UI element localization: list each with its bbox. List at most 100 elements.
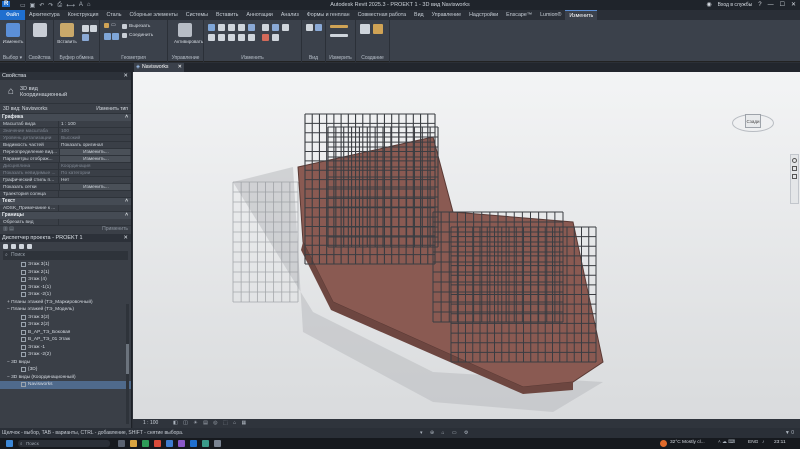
tree-item[interactable]: − 3D виды (Координационный) <box>0 374 131 382</box>
property-value[interactable]: 100 <box>58 128 131 134</box>
tree-item[interactable]: + Планы этажей (ТЭ_Маркировочный) <box>0 299 131 307</box>
edit-type-button[interactable]: Изменить тип <box>96 106 128 112</box>
browser-filter-icon[interactable] <box>11 243 16 249</box>
measure-tool-icon[interactable] <box>330 25 348 28</box>
create-parts-icon[interactable] <box>360 24 370 34</box>
mail-icon[interactable] <box>166 440 173 447</box>
app-icon[interactable] <box>142 440 149 447</box>
tree-item[interactable]: Этаж 3(2) <box>0 314 131 322</box>
mirror-draw-icon[interactable] <box>238 24 245 31</box>
tree-item[interactable]: Этаж (4) <box>0 276 131 284</box>
cut-button[interactable]: Вырезать <box>122 24 150 29</box>
cut-icon[interactable] <box>90 25 97 32</box>
property-value[interactable]: Высокий <box>58 135 131 141</box>
property-value[interactable]: Изменить... <box>59 156 130 162</box>
property-value[interactable]: Изменить... <box>59 149 130 155</box>
property-value[interactable] <box>58 191 131 197</box>
properties-button[interactable] <box>29 23 51 39</box>
zoom-icon[interactable] <box>792 166 797 171</box>
property-row[interactable]: Дисциплина Координация <box>0 163 131 170</box>
apply-button[interactable]: Применить <box>102 226 128 233</box>
sign-in-link[interactable]: Вход в службы <box>718 2 753 8</box>
view-selector[interactable]: 3D вид: Navisworks <box>3 106 48 112</box>
taskbar-search[interactable]: ⌕ Поиск <box>18 440 110 447</box>
property-row[interactable]: Показать невидимые ... По категории <box>0 170 131 177</box>
weather-text[interactable]: 32°C Mostly cl... <box>670 440 705 445</box>
property-row[interactable]: Параметры отображ... Изменить... <box>0 156 131 163</box>
property-value[interactable]: 1 : 100 <box>58 121 131 127</box>
tab-6[interactable]: Вставить <box>212 10 242 20</box>
maximize-button[interactable]: ☐ <box>780 1 785 8</box>
close-panel-icon[interactable]: ✕ <box>123 72 128 80</box>
bounds-row[interactable]: Обрезать вид <box>0 219 131 226</box>
property-value[interactable]: Нет <box>58 177 131 183</box>
cope-button[interactable]: ▭ <box>104 23 116 28</box>
tree-item[interactable]: В_АР_ТЭ_01 Этаж <box>0 336 131 344</box>
copy-icon[interactable] <box>82 25 89 32</box>
property-value[interactable]: Координация <box>58 163 131 169</box>
tab-12[interactable]: Управление <box>428 10 465 20</box>
tree-item[interactable]: Navisworks <box>0 381 131 389</box>
tab-9[interactable]: Формы и генплан <box>303 10 354 20</box>
tree-item[interactable]: Этаж 2(1) <box>0 269 131 277</box>
tab-10[interactable]: Совместная работа <box>354 10 410 20</box>
tab-11[interactable]: Вид <box>410 10 428 20</box>
move-icon[interactable] <box>208 34 215 41</box>
property-value[interactable]: По категории <box>58 170 131 176</box>
group-icon[interactable] <box>272 34 279 41</box>
scale-selector[interactable]: 1 : 100 <box>143 419 158 428</box>
properties-help-link[interactable]: ▥ ▤ <box>3 226 14 233</box>
pan-icon[interactable] <box>792 174 797 179</box>
tree-item[interactable]: {3D} <box>0 366 131 374</box>
section-bounds[interactable]: Границы ˄ <box>0 212 131 219</box>
modify-button[interactable]: Изменить <box>2 23 24 44</box>
start-icon[interactable] <box>6 440 13 447</box>
paint-icon[interactable] <box>112 33 119 40</box>
tab-3[interactable]: Сталь <box>102 10 125 20</box>
tab-5[interactable]: Системы <box>182 10 212 20</box>
type-selector[interactable]: ⌂ 3D вид Координационный <box>0 80 131 104</box>
close-tab-icon[interactable]: ✕ <box>178 63 182 72</box>
filter-icon[interactable]: ▼ 0 <box>785 428 794 438</box>
property-row[interactable]: Графический стиль п... Нет <box>0 177 131 184</box>
tab-4[interactable]: Сборные элементы <box>125 10 181 20</box>
wall-join-icon[interactable] <box>104 33 111 40</box>
align-icon[interactable] <box>208 24 215 31</box>
section-text[interactable]: Текст ˄ <box>0 198 131 205</box>
property-row[interactable]: Показать сетки Изменить... <box>0 184 131 191</box>
activate-button[interactable]: Активировать <box>174 23 203 44</box>
join-button[interactable]: Соединить <box>122 33 153 38</box>
unpin-icon[interactable] <box>282 24 289 31</box>
tab-8[interactable]: Анализ <box>277 10 303 20</box>
tree-item[interactable]: Этаж -1 <box>0 344 131 352</box>
status-icons[interactable]: ▾ ⊕ ⌂ ▭ ⚙ <box>420 428 471 438</box>
viewcube-face[interactable]: Сзади <box>745 114 761 128</box>
browser-icon[interactable] <box>154 440 161 447</box>
tab-15[interactable]: Lumion® <box>536 10 565 20</box>
tree-item[interactable]: − 3D виды <box>0 359 131 367</box>
scale-icon[interactable] <box>262 24 269 31</box>
browser-views-icon[interactable] <box>3 243 8 249</box>
match-icon[interactable] <box>82 34 89 41</box>
language-indicator[interactable]: ENG <box>748 440 758 445</box>
volume-icon[interactable]: ♪ <box>762 440 764 445</box>
copy-element-icon[interactable] <box>218 34 225 41</box>
tray-icons[interactable]: ˄ ☁ ⌨ <box>718 440 735 445</box>
tab-13[interactable]: Надстройки <box>465 10 502 20</box>
tab-1[interactable]: Архитектура <box>25 10 64 20</box>
property-row[interactable]: Уровень детализации Высокий <box>0 135 131 142</box>
tab-14[interactable]: Enscape™ <box>502 10 536 20</box>
document-tab-navisworks[interactable]: ◈ Navisworks ✕ <box>134 63 184 72</box>
browser-scrollbar[interactable] <box>126 304 129 424</box>
tree-item[interactable]: − Планы этажей (ТЭ_Модель) <box>0 306 131 314</box>
pin-icon[interactable] <box>272 24 279 31</box>
tab-2[interactable]: Конструкция <box>64 10 103 20</box>
view-controls-icons[interactable]: ◧ ◫ ☀ ▤ ◎ ⬚ ⌂ ▦ <box>173 419 248 428</box>
property-row[interactable]: Переопределение вид... Изменить... <box>0 149 131 156</box>
override-icon[interactable] <box>315 24 322 31</box>
browser-search-input[interactable]: ⌕ Поиск <box>3 251 128 260</box>
app2-icon[interactable] <box>178 440 185 447</box>
help-button[interactable]: ? <box>758 2 761 8</box>
offset-icon[interactable] <box>218 24 225 31</box>
property-value[interactable]: Изменить... <box>59 184 130 190</box>
